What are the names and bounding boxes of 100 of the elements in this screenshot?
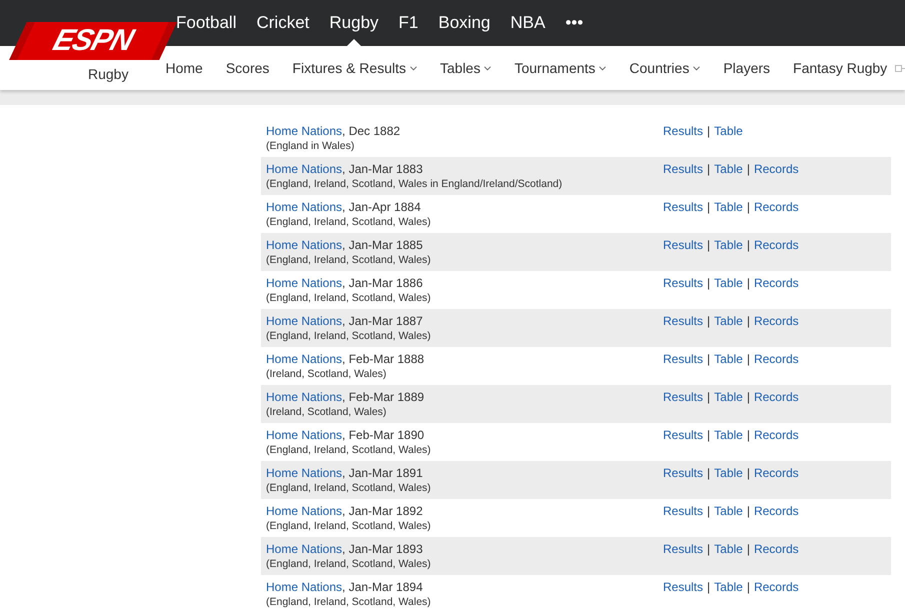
link-separator: | [707,238,710,253]
tournament-page-link[interactable]: Records [754,542,799,557]
tournament-page-link[interactable]: Table [714,466,743,481]
tournament-page-link[interactable]: Records [754,504,799,519]
caret-icon [484,66,492,70]
tournament-page-link[interactable]: Table [714,124,743,139]
tournament-teams: (England, Ireland, Scotland, Wales) [266,443,432,457]
tournament-link[interactable]: Home Nations [266,428,342,442]
tournament-link[interactable]: Home Nations [266,162,342,176]
sport-tab[interactable]: Football [176,0,236,46]
tournament-link[interactable]: Home Nations [266,390,342,404]
tournament-teams: (Ireland, Scotland, Wales) [266,405,388,419]
sport-tab[interactable]: Cricket [256,0,310,46]
tournament-page-link[interactable]: Table [714,504,743,519]
link-separator: | [746,542,750,557]
espn-logo[interactable]: ESPN [9,22,177,60]
section-nav-link[interactable]: Fantasy Rugby [793,60,905,76]
link-separator: | [707,542,710,557]
section-nav-link[interactable]: Tournaments [514,60,606,76]
tournament-link[interactable]: Home Nations [266,352,342,366]
tournament-page-link[interactable]: Records [754,390,799,405]
tournament-page-link[interactable]: Records [754,162,799,177]
tournament-page-link[interactable]: Table [714,352,743,367]
tournament-title: Home Nations, Jan-Apr 1884 [266,200,422,215]
tournament-page-link[interactable]: Results [663,162,704,177]
sport-tab[interactable]: F1 [398,0,418,46]
tournament-page-link[interactable]: Records [754,580,799,595]
link-separator: | [746,428,750,443]
tournament-page-link[interactable]: Results [663,504,704,519]
tournament-link[interactable]: Home Nations [266,314,342,328]
section-nav-link[interactable]: Tables [440,60,492,76]
link-separator: | [746,352,750,367]
tournament-teams: (England, Ireland, Scotland, Wales) [266,215,432,229]
tournament-page-link[interactable]: Results [663,428,704,443]
tournament-page-link[interactable]: Results [663,200,704,215]
tournament-link[interactable]: Home Nations [266,466,342,480]
tournament-page-link[interactable]: Results [663,314,704,329]
link-separator: | [707,580,710,595]
tournament-page-link[interactable]: Table [714,542,743,557]
tournament-page-link[interactable]: Table [714,390,743,405]
tournament-teams: (England, Ireland, Scotland, Wales in England/Ireland/Scotland) [266,177,564,191]
section-title: Rugby [88,66,128,82]
tournament-page-link[interactable]: Records [754,428,799,443]
link-separator: | [707,124,710,139]
tournament-page-link[interactable]: Records [754,352,799,367]
tournament-title: Home Nations, Jan-Mar 1886 [266,276,424,291]
tournament-teams: (England, Ireland, Scotland, Wales) [266,291,432,305]
tournament-page-link[interactable]: Results [663,390,704,405]
sport-tab[interactable]: Rugby [329,0,379,46]
tournament-link[interactable]: Home Nations [266,580,342,594]
tournament-page-link[interactable]: Results [663,466,704,481]
link-separator: | [707,162,710,177]
tournament-link[interactable]: Home Nations [266,276,342,290]
sport-tab[interactable]: NBA [510,0,546,46]
tournament-title: Home Nations, Jan-Mar 1892 [266,504,424,519]
link-separator: | [707,352,710,367]
tournament-teams: (England, Ireland, Scotland, Wales) [266,519,432,533]
sport-tab[interactable]: ••• [565,0,584,46]
tournament-page-link[interactable]: Records [754,200,799,215]
tournament-page-link[interactable]: Records [754,466,799,481]
sport-tab[interactable]: Boxing [438,0,490,46]
link-separator: | [707,200,710,215]
tournament-page-link[interactable]: Results [663,580,704,595]
section-nav-link[interactable]: Countries [629,60,700,76]
tournament-page-link[interactable]: Table [714,314,743,329]
tournament-page-link[interactable]: Results [663,276,704,291]
caret-icon [410,66,417,70]
tournament-title: Home Nations, Feb-Mar 1888 [266,352,426,367]
tournament-link[interactable]: Home Nations [266,542,342,556]
tournament-title: Home Nations, Jan-Mar 1891 [266,466,424,481]
tournament-page-link[interactable]: Results [663,542,704,557]
tournament-page-link[interactable]: Table [714,162,743,177]
tournament-teams: (England, Ireland, Scotland, Wales) [266,329,432,343]
tournament-page-link[interactable]: Table [714,276,743,291]
link-separator: | [746,504,750,519]
tournament-teams: (England, Ireland, Scotland, Wales) [266,481,432,495]
section-nav-link[interactable]: Fixtures & Results [292,60,417,76]
tournament-page-link[interactable]: Records [754,238,799,253]
tournament-link[interactable]: Home Nations [266,200,342,214]
tournament-link[interactable]: Home Nations [266,124,342,138]
tournament-teams: (Ireland, Scotland, Wales) [266,367,388,381]
tournament-page-link[interactable]: Results [663,352,704,367]
tournament-page-link[interactable]: Results [663,238,704,253]
section-nav-link[interactable]: Home [165,60,203,76]
link-separator: | [746,580,750,595]
tournament-page-link[interactable]: Records [754,276,799,291]
link-separator: | [707,314,710,329]
tournament-page-link[interactable]: Records [754,314,799,329]
tournament-link[interactable]: Home Nations [266,504,342,518]
external-link-icon [895,64,905,72]
link-separator: | [707,428,710,443]
section-nav-link[interactable]: Scores [226,60,270,76]
tournament-page-link[interactable]: Table [714,428,743,443]
tournament-title: Home Nations, Jan-Mar 1894 [266,580,424,595]
section-nav-link[interactable]: Players [723,60,770,76]
tournament-page-link[interactable]: Table [714,580,743,595]
tournament-link[interactable]: Home Nations [266,238,342,252]
tournament-page-link[interactable]: Table [714,238,743,253]
tournament-page-link[interactable]: Table [714,200,743,215]
tournament-page-link[interactable]: Results [663,124,704,139]
